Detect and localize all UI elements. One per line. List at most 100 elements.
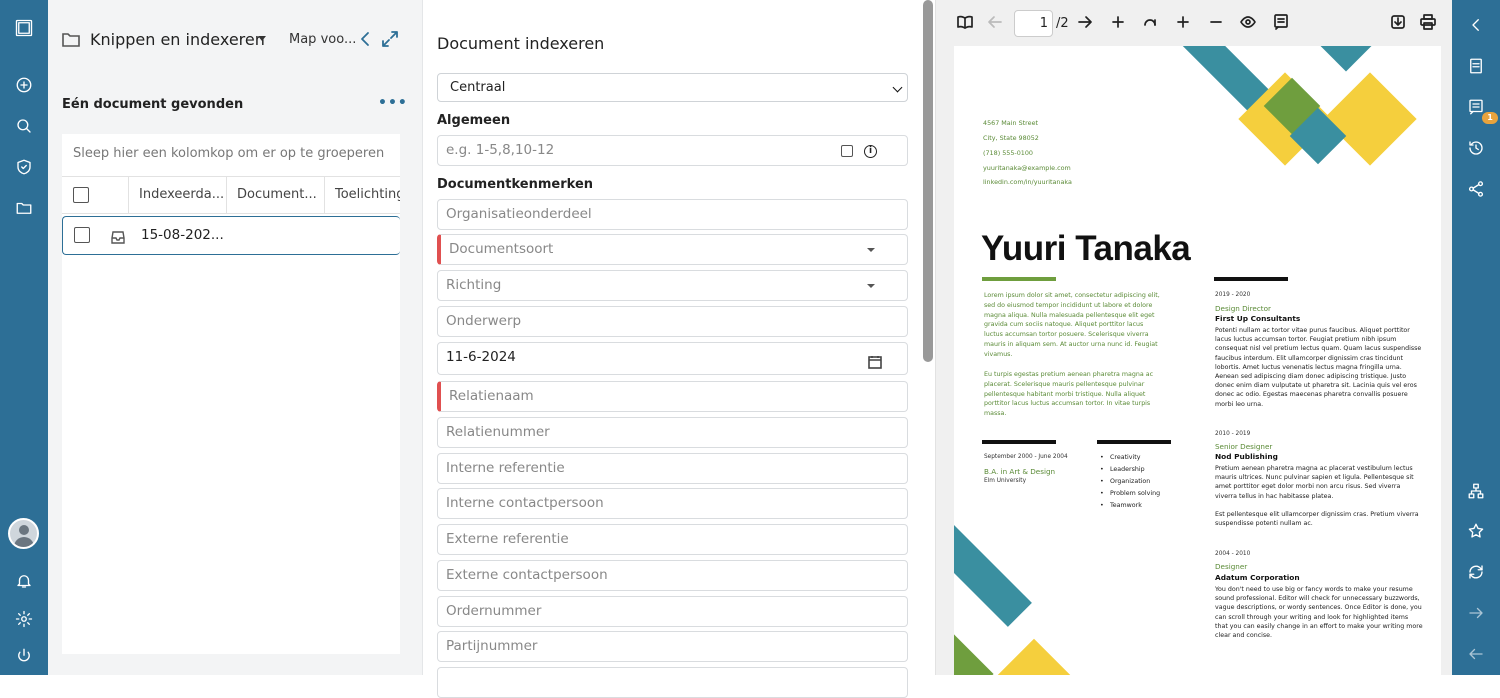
select-value: Centraal <box>450 80 506 95</box>
print-icon[interactable] <box>1420 14 1438 32</box>
next-page-icon[interactable] <box>1077 14 1095 32</box>
table-row[interactable]: 15-08-202... <box>62 216 400 255</box>
interne-contactpersoon-field[interactable]: Interne contactpersoon <box>437 488 908 519</box>
gear-icon[interactable] <box>12 607 36 631</box>
richting-dropdown[interactable]: Richting <box>437 270 908 301</box>
arrow-left-icon[interactable] <box>1464 642 1488 666</box>
group-hint[interactable]: Sleep hier een kolomkop om er op te groe… <box>73 146 384 161</box>
chevron-down-icon[interactable] <box>258 36 266 41</box>
bell-icon[interactable] <box>12 569 36 593</box>
sync-icon[interactable] <box>1464 560 1488 584</box>
text-line: vague descriptions, or wordy sentences. … <box>1215 604 1422 612</box>
eye-icon[interactable] <box>1240 14 1258 32</box>
section-general: Algemeen <box>437 113 511 128</box>
contact-line: City, State 98052 <box>983 134 1039 142</box>
power-icon[interactable] <box>12 644 36 668</box>
folder-icon[interactable] <box>12 196 36 220</box>
text-line: Est pellentesque elit ullamcorper dignis… <box>1215 510 1419 518</box>
star-icon[interactable] <box>1464 519 1488 543</box>
job-date: 2010 - 2019 <box>1215 431 1251 437</box>
column-header[interactable]: Document... <box>227 177 325 213</box>
date-field[interactable]: 11-6-2024 <box>437 342 908 375</box>
divider <box>1097 440 1171 444</box>
text-line: can scroll through your writing and look… <box>1215 613 1409 621</box>
share-icon[interactable] <box>1464 177 1488 201</box>
ordernummer-field[interactable]: Ordernummer <box>437 596 908 627</box>
teal-band-shape <box>954 525 1032 627</box>
text-line: donec enim diam vulputate ut pharetra si… <box>1215 382 1417 390</box>
intro-paragraph: Eu turpis egestas pretium aenean pharetr… <box>984 370 1153 419</box>
interne-referentie-field[interactable]: Interne referentie <box>437 453 908 484</box>
chevron-left-icon[interactable] <box>1464 13 1488 37</box>
contact-line: linkedin.com/in/yuuritanaka <box>983 178 1072 186</box>
zoom-out-icon[interactable] <box>1208 14 1226 32</box>
contact-line: yuuritanaka@example.com <box>983 164 1071 172</box>
download-icon[interactable] <box>1390 14 1408 32</box>
scrollbar[interactable] <box>923 0 933 362</box>
add-icon[interactable] <box>12 73 36 97</box>
externe-referentie-field[interactable]: Externe referentie <box>437 524 908 555</box>
relatienaam-field[interactable]: Relatienaam <box>437 381 908 412</box>
column-header[interactable]: Indexeerda... <box>129 177 227 213</box>
divider <box>982 277 1056 281</box>
row-checkbox[interactable] <box>74 227 90 243</box>
caret-down-icon <box>867 248 875 252</box>
document-icon[interactable] <box>1464 54 1488 78</box>
location-select[interactable]: Centraal <box>437 73 908 102</box>
search-icon[interactable] <box>12 114 36 138</box>
partijnummer-field[interactable]: Partijnummer <box>437 631 908 662</box>
intro-paragraph: Lorem ipsum dolor sit amet, consectetur … <box>984 291 1160 360</box>
text-line: Eu turpis egestas pretium aenean pharetr… <box>984 371 1154 378</box>
more-icon[interactable]: ••• <box>378 95 408 111</box>
text-line: donec ac odio. Egestas maecenas pharetra… <box>1215 391 1408 399</box>
column-header[interactable]: Toelichting <box>325 177 400 213</box>
next-field[interactable] <box>437 667 908 698</box>
onderwerp-field[interactable]: Onderwerp <box>437 306 908 337</box>
edu-school: Elm University <box>984 478 1027 484</box>
previous-page-icon[interactable] <box>987 14 1005 32</box>
externe-contactpersoon-field[interactable]: Externe contactpersoon <box>437 560 908 591</box>
resume-page: 4567 Main Street City, State 98052 (718)… <box>954 46 1441 675</box>
chevron-left-icon[interactable] <box>357 30 375 48</box>
documentsoort-dropdown[interactable]: Documentsoort <box>437 234 908 265</box>
select-all-checkbox[interactable] <box>73 187 89 203</box>
history-icon[interactable] <box>1464 136 1488 160</box>
skill-item: Teamwork <box>1100 502 1142 509</box>
form-title: Document indexeren <box>437 34 605 53</box>
map-label[interactable]: Map voo... <box>289 32 356 47</box>
notification-badge: 1 <box>1482 112 1498 124</box>
avatar[interactable] <box>8 518 39 549</box>
job-description: Pretium aenean pharetra magna ac placera… <box>1215 464 1419 528</box>
organisatie-field[interactable]: Organisatieonderdeel <box>437 199 908 230</box>
job-company: Nod Publishing <box>1215 452 1278 461</box>
panel-title[interactable]: Knippen en indexeren <box>90 30 265 49</box>
relatienummer-field[interactable]: Relatienummer <box>437 417 908 448</box>
comment-icon[interactable] <box>1273 14 1291 32</box>
field-placeholder: Relatienummer <box>446 424 550 440</box>
rotate-icon[interactable] <box>1142 14 1160 32</box>
calendar-icon[interactable] <box>868 351 882 369</box>
pages-checkbox[interactable] <box>841 145 853 157</box>
text-line: gravida cum sociis natoque. Aliquet port… <box>984 321 1144 329</box>
page-number-input[interactable]: 1 <box>1014 10 1053 37</box>
field-placeholder: Onderwerp <box>446 313 522 329</box>
section-props: Documentkenmerken <box>437 177 594 192</box>
field-placeholder: Organisatieonderdeel <box>446 206 592 222</box>
text-line: sed do eiusmod tempor incididunt ut labo… <box>984 301 1153 309</box>
text-line: clear and concise. <box>1215 632 1273 640</box>
yellow-diamond-shape <box>988 638 1080 675</box>
app-logo-icon[interactable] <box>12 16 36 40</box>
shield-icon[interactable] <box>12 155 36 179</box>
zoom-in-icon[interactable] <box>1175 14 1193 32</box>
plus-icon[interactable] <box>1110 14 1128 32</box>
job-company: Adatum Corporation <box>1215 573 1300 582</box>
expand-icon[interactable] <box>381 30 399 48</box>
field-placeholder: Interne referentie <box>446 460 565 476</box>
skill-item: Organization <box>1100 478 1150 485</box>
pages-input[interactable]: e.g. 1-5,8,10-12 i <box>437 135 908 166</box>
text-line: magna aliqua. Nulla malesuada pellentesq… <box>984 311 1155 319</box>
arrow-right-icon[interactable] <box>1464 601 1488 625</box>
info-icon[interactable]: i <box>864 145 877 158</box>
hierarchy-icon[interactable] <box>1464 479 1488 503</box>
book-icon[interactable] <box>957 14 975 32</box>
